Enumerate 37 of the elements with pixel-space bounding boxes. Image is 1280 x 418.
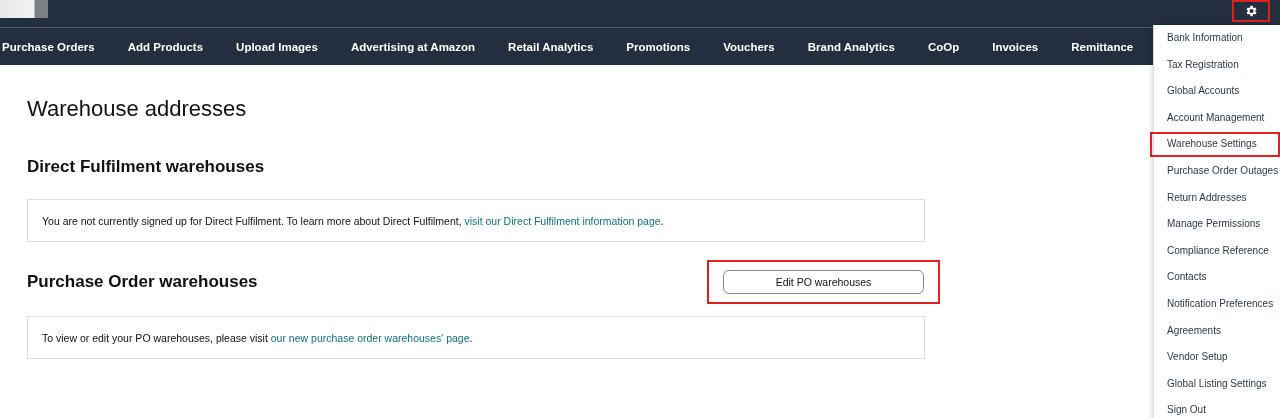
menu-item[interactable]: Return Addresses [1154,184,1280,212]
nav-link[interactable]: Invoices [992,40,1039,53]
info-link[interactable]: visit our Direct Fulfilment information page [464,214,661,227]
nav-link[interactable]: Retail Analytics [508,40,594,53]
logo-placeholder [0,0,48,18]
menu-item[interactable]: Sign Out [1154,397,1280,418]
settings-icon [1244,4,1258,18]
nav-link[interactable]: Remittance [1071,40,1134,53]
nav-link[interactable]: Add Products [127,40,204,53]
nav-link[interactable]: Brand Analytics [807,40,895,53]
info-text: You are not currently signed up for Direct Fulfilment. To learn more about Direct Fulfilment, visit our Direct Fulfilment information page. [42,214,664,227]
page-title: Warehouse addresses [27,96,248,122]
menu-item[interactable]: Warehouse Settings [1149,131,1280,158]
menu-item[interactable]: Agreements [1154,317,1280,345]
info-text: To view or edit your PO warehouses, please visit our new purchase order warehouses' page. [42,331,473,344]
menu-item[interactable]: Contacts [1154,264,1280,291]
menu-item[interactable]: Global Accounts [1154,78,1280,105]
edit-button[interactable]: Edit PO warehouses [723,270,924,294]
menu-item[interactable]: Global Listing Settings [1154,370,1280,398]
section-heading: Purchase Order warehouses [27,272,258,292]
menu-item[interactable]: Bank Information [1154,25,1280,52]
menu-item[interactable]: Compliance Reference [1154,237,1280,265]
menu-item[interactable]: Account Management [1154,104,1280,132]
nav-link[interactable]: Vouchers [723,40,775,53]
menu-item[interactable]: Tax Registration [1154,51,1280,79]
menu-item[interactable]: Notification Preferences [1154,290,1280,318]
nav-link[interactable]: Purchase Orders [2,40,95,53]
menu-item[interactable]: Manage Permissions [1154,211,1280,238]
nav-link[interactable]: CoOp [927,40,960,53]
nav-link[interactable]: Upload Images [236,40,318,53]
settings-button[interactable] [1232,0,1270,22]
nav-link[interactable]: Promotions [626,40,691,53]
info-link[interactable]: our new purchase order warehouses' page [270,331,470,344]
menu-item[interactable]: Vendor Setup [1154,344,1280,371]
nav-link[interactable]: Advertising at Amazon [350,40,476,53]
menu-item[interactable]: Purchase Order Outages [1154,157,1280,185]
section-heading: Direct Fulfilment warehouses [27,157,265,177]
